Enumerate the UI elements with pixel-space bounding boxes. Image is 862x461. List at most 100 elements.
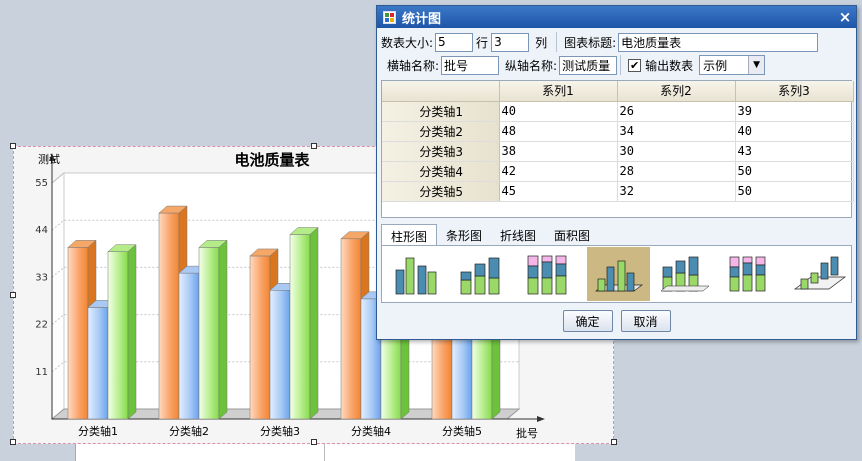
bar bbox=[107, 251, 129, 420]
x-tick-label: 分类轴1 bbox=[78, 424, 118, 438]
grid-cell[interactable]: 28 bbox=[617, 161, 736, 182]
series2-header[interactable]: 系列2 bbox=[617, 81, 736, 102]
resize-handle-bm[interactable] bbox=[311, 439, 317, 445]
resize-handle-tl[interactable] bbox=[10, 143, 16, 149]
grid-cell[interactable]: 50 bbox=[735, 181, 854, 202]
grid-cell[interactable]: 38 bbox=[499, 141, 618, 162]
resize-handle-tm[interactable] bbox=[311, 143, 317, 149]
row-header: 分类轴5 bbox=[382, 181, 500, 202]
stacked-column-icon bbox=[460, 257, 499, 295]
3d-column-style[interactable] bbox=[788, 247, 851, 301]
chart-title: 电池质量表 bbox=[234, 151, 310, 169]
grid-cell[interactable]: 32 bbox=[617, 181, 736, 202]
cancel-button[interactable]: 取消 bbox=[620, 310, 671, 332]
row-header: 分类轴3 bbox=[382, 141, 500, 162]
separator bbox=[620, 55, 622, 75]
document-workspace: 11 22 33 44 55 分类轴1 分类轴2 分类轴3 分类轴4 分类轴5 电池质量表 测试 … bbox=[0, 0, 862, 461]
data-grid[interactable]: 系列1 系列2 系列3 分类轴1 40 26 39 分类轴2 48 34 40 … bbox=[381, 80, 854, 218]
grid-cell[interactable]: 40 bbox=[499, 101, 618, 122]
bar bbox=[269, 290, 291, 420]
x-tick-label: 分类轴3 bbox=[260, 424, 300, 438]
cols-label: 列 bbox=[535, 35, 548, 50]
bar-side bbox=[127, 244, 137, 420]
grid-cell[interactable]: 39 bbox=[735, 101, 854, 122]
3d-percent-stacked-column-icon bbox=[729, 256, 765, 292]
grid-cell[interactable]: 30 bbox=[617, 141, 736, 162]
resize-handle-ml[interactable] bbox=[10, 292, 16, 298]
bar bbox=[87, 307, 109, 420]
row-header: 分类轴4 bbox=[382, 161, 500, 182]
bar bbox=[340, 238, 362, 420]
tab-area[interactable]: 面积图 bbox=[545, 224, 599, 246]
legend-select-value: 示例 bbox=[703, 58, 728, 73]
bar bbox=[158, 212, 180, 420]
x-axis-title: 批号 bbox=[516, 426, 538, 440]
stacked-column-style[interactable] bbox=[453, 247, 516, 301]
table-row: 分类轴1 40 26 39 bbox=[382, 101, 854, 122]
dialog-buttons: 确定 取消 bbox=[377, 310, 856, 332]
resize-handle-bl[interactable] bbox=[10, 439, 16, 445]
grid-cell[interactable]: 48 bbox=[499, 121, 618, 142]
tab-column[interactable]: 柱形图 bbox=[381, 224, 438, 246]
percent-stacked-column-style[interactable] bbox=[520, 247, 583, 301]
chart-dialog: 统计图 × 数表大小: 行 列 图表标题: 横轴名称: 纵轴名称: ✔ 输出数表… bbox=[376, 5, 857, 340]
y-tick-label: 22 bbox=[35, 320, 48, 331]
legend-select[interactable]: 示例 ▼ bbox=[699, 55, 766, 75]
grid-header-row: 系列1 系列2 系列3 bbox=[382, 81, 854, 102]
grid-cell[interactable]: 42 bbox=[499, 161, 618, 182]
dialog-titlebar[interactable]: 统计图 × bbox=[377, 6, 856, 28]
bar bbox=[249, 255, 271, 420]
x-axis-arrow-icon bbox=[537, 416, 545, 422]
bar bbox=[67, 247, 89, 420]
chevron-down-icon[interactable]: ▼ bbox=[748, 56, 765, 74]
3d-stacked-column-style[interactable] bbox=[654, 247, 717, 301]
chart-title-label: 图表标题: bbox=[564, 35, 617, 50]
grid-cell[interactable]: 43 bbox=[735, 141, 854, 162]
grid-cell[interactable]: 26 bbox=[617, 101, 736, 122]
bar bbox=[289, 234, 311, 420]
3d-clustered-column-style[interactable] bbox=[587, 247, 650, 301]
chart-title-input[interactable] bbox=[618, 32, 819, 52]
y-tick-label: 55 bbox=[35, 178, 48, 189]
table-row: 分类轴2 48 34 40 bbox=[382, 121, 854, 142]
3d-clustered-column-icon bbox=[594, 260, 643, 292]
y-axis-name-input[interactable] bbox=[559, 55, 618, 75]
output-table-label: 输出数表 bbox=[645, 58, 694, 73]
cols-input[interactable] bbox=[491, 32, 530, 52]
clustered-column-icon bbox=[395, 257, 436, 295]
bar bbox=[198, 247, 220, 420]
percent-stacked-column-icon bbox=[527, 255, 566, 295]
clustered-column-style[interactable] bbox=[386, 247, 449, 301]
resize-handle-br[interactable] bbox=[611, 439, 617, 445]
rows-input[interactable] bbox=[435, 32, 474, 52]
tab-bar[interactable]: 条形图 bbox=[437, 224, 491, 246]
series3-header[interactable]: 系列3 bbox=[735, 81, 854, 102]
table-row: 分类轴5 45 32 50 bbox=[382, 181, 854, 202]
separator bbox=[556, 32, 558, 52]
rows-label: 行 bbox=[476, 35, 489, 50]
3d-percent-stacked-column-style[interactable] bbox=[721, 247, 784, 301]
grid-cell[interactable]: 34 bbox=[617, 121, 736, 142]
dialog-title: 统计图 bbox=[402, 11, 442, 27]
series1-header[interactable]: 系列1 bbox=[499, 81, 618, 102]
x-tick-label: 分类轴4 bbox=[351, 424, 391, 438]
tab-line[interactable]: 折线图 bbox=[491, 224, 545, 246]
x-axis-name-input[interactable] bbox=[441, 55, 500, 75]
grid-cell[interactable]: 40 bbox=[735, 121, 854, 142]
ok-button[interactable]: 确定 bbox=[562, 310, 613, 332]
x-axis-name-label: 横轴名称: bbox=[387, 58, 440, 73]
table-row: 分类轴4 42 28 50 bbox=[382, 161, 854, 182]
y-tick-label: 11 bbox=[35, 367, 48, 378]
close-button[interactable]: × bbox=[834, 8, 856, 26]
output-table-checkbox[interactable]: ✔ bbox=[628, 58, 642, 72]
y-tick-label: 44 bbox=[35, 225, 48, 236]
row-header: 分类轴1 bbox=[382, 101, 500, 122]
chart-style-gallery bbox=[381, 245, 852, 303]
x-tick-label: 分类轴5 bbox=[442, 424, 482, 438]
bar bbox=[178, 272, 200, 420]
axis-names-row: 横轴名称: 纵轴名称: ✔ 输出数表 示例 ▼ bbox=[381, 54, 852, 76]
grid-cell[interactable]: 50 bbox=[735, 161, 854, 182]
table-size-row: 数表大小: 行 列 图表标题: bbox=[381, 31, 852, 53]
grid-cell[interactable]: 45 bbox=[499, 181, 618, 202]
row-header: 分类轴2 bbox=[382, 121, 500, 142]
